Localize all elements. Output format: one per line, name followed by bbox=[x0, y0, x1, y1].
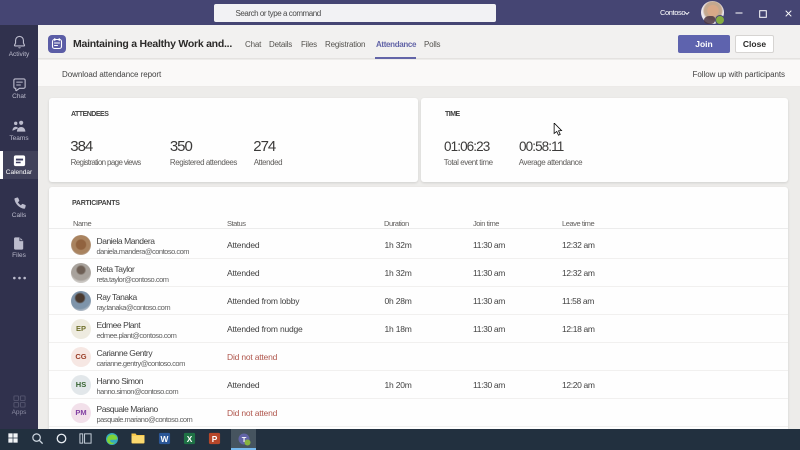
svg-text:X: X bbox=[186, 434, 192, 444]
svg-text:W: W bbox=[160, 434, 168, 444]
svg-text:P: P bbox=[211, 434, 217, 444]
